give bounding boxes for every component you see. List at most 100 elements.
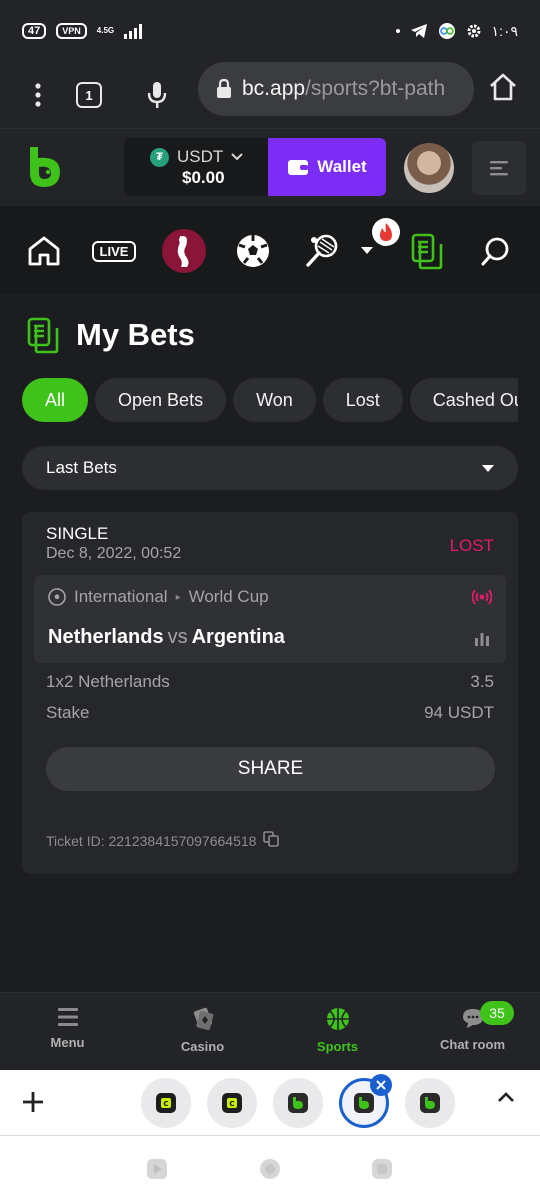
world-cup-trophy-icon [162,229,206,273]
nav-casino[interactable]: Casino [135,1007,270,1054]
close-tab-button[interactable] [370,1074,392,1096]
nav-chat-room-label: Chat room [440,1037,505,1052]
notification-dot [395,29,400,33]
versus-label: vs [167,626,188,648]
home-system-button[interactable] [259,1158,281,1180]
filter-lost[interactable]: Lost [322,378,403,422]
chevron-down-icon [231,153,243,161]
search-button[interactable] [473,228,519,274]
browser-tab[interactable]: C [207,1078,257,1128]
chat-unread-badge: 35 [480,1001,514,1025]
live-signal-icon [471,589,493,610]
expand-tabs-button[interactable] [496,1090,516,1109]
vpn-indicator: VPN [56,23,87,39]
bets-period-select[interactable]: Last Bets [22,446,518,490]
new-tab-button[interactable] [18,1087,48,1122]
world-cup-button[interactable] [161,228,207,274]
filter-all[interactable]: All [22,378,89,422]
battery-indicator: 47 [22,23,47,39]
user-avatar[interactable] [404,143,454,193]
copy-icon[interactable] [262,830,280,851]
menu-icon [57,1008,78,1026]
bet-type: SINGLE [46,524,109,543]
filter-open-bets[interactable]: Open Bets [95,378,227,422]
share-button[interactable]: SHARE [46,747,495,791]
page-title: My Bets [76,317,195,352]
bet-status: LOST [449,536,494,555]
currency-selector[interactable]: ₮ USDT $0.00 [124,138,268,196]
wallet-label: Wallet [317,157,367,176]
currency-label: USDT [177,147,224,166]
bet-card: SINGLE Dec 8, 2022, 00:52 LOST Internati… [22,512,518,874]
sidebar-toggle-button[interactable] [472,141,526,195]
tether-icon: ₮ [150,147,169,167]
caret-down-icon [361,247,373,254]
voice-search-button[interactable] [136,81,178,109]
nav-casino-label: Casino [180,1039,225,1054]
home-circle-icon [260,1159,280,1179]
browser-menu-button[interactable] [0,62,76,128]
bc-game-logo[interactable] [26,145,64,194]
bet-odds: 3.5 [470,672,494,691]
app-header: ₮ USDT $0.00 Wallet [0,128,540,206]
browser-home-button[interactable] [488,72,518,107]
browser-tab-strip: C C [0,1070,540,1136]
select-value: Last Bets [46,458,117,477]
microphone-icon [147,82,167,108]
casino-cards-icon [193,1007,213,1031]
filter-cashed-out[interactable]: Cashed Out [409,378,518,422]
system-navigation-bar [0,1136,540,1200]
bet-filter-tabs: AllOpen BetsWonLostCashed Out [22,378,518,424]
bottom-nav: Menu Casino Sports Chat room 35 [0,992,540,1070]
nav-sports-label: Sports [316,1039,359,1054]
ticket-id-row: Ticket ID: 2212384157097664518 [46,830,280,851]
sports-home-button[interactable] [21,228,67,274]
settings-gear-icon [467,24,481,38]
back-button[interactable] [146,1158,168,1180]
tab-favicon-icon [288,1093,308,1113]
match-info[interactable]: International ▸ World Cup Netherlands vs A… [34,575,506,663]
browser-tab[interactable] [405,1078,455,1128]
live-label: LIVE [91,240,137,262]
wallet-button[interactable]: Wallet [268,138,386,196]
address-bar[interactable]: bc.app/sports?bt-path [198,62,474,116]
home-team: Netherlands [48,626,164,648]
tennis-racket-icon [306,234,338,267]
search-icon [481,237,509,266]
balance-amount: $0.00 [182,168,225,187]
recents-button[interactable] [371,1158,393,1180]
bet-slip-icon [27,317,59,354]
soccer-ball-icon [48,588,66,606]
soccer-ball-icon [237,235,269,267]
basketball-icon [326,1008,349,1030]
nav-sports[interactable]: Sports [270,1007,405,1054]
away-team: Argentina [191,626,285,648]
match-category: International [74,587,168,606]
live-button[interactable]: LIVE [90,228,138,274]
my-bets-button[interactable] [404,228,450,274]
home-icon [28,236,60,266]
svg-text:C: C [163,1100,168,1108]
browser-tab[interactable] [273,1078,323,1128]
filter-won[interactable]: Won [233,378,316,422]
nav-menu[interactable]: Menu [0,1007,135,1050]
my-bets-page: My Bets AllOpen BetsWonLostCashed Out La… [0,294,540,992]
ticket-id: Ticket ID: 2212384157097664518 [46,832,257,849]
menu-lines-icon [490,161,508,176]
recents-square-icon [372,1159,392,1179]
soccer-button[interactable] [230,228,276,274]
tennis-button[interactable] [299,228,345,274]
clock: ١:٠٩ [491,22,518,39]
browser-tab[interactable]: C [141,1078,191,1128]
signal-icon [124,23,143,39]
status-bar: 47 VPN 4.5G ١:٠٩ [0,0,540,62]
bet-slip-icon [411,233,443,270]
nav-chat-room[interactable]: Chat room [405,1007,540,1052]
lock-icon [216,79,232,99]
tab-favicon-icon: C [222,1093,242,1113]
stats-icon[interactable] [474,631,490,652]
svg-text:C: C [229,1100,234,1108]
tab-switcher-button[interactable]: 1 [76,82,102,108]
bet-stake-row: Stake 94 USDT [46,703,494,723]
more-sports-dropdown[interactable] [350,228,384,274]
